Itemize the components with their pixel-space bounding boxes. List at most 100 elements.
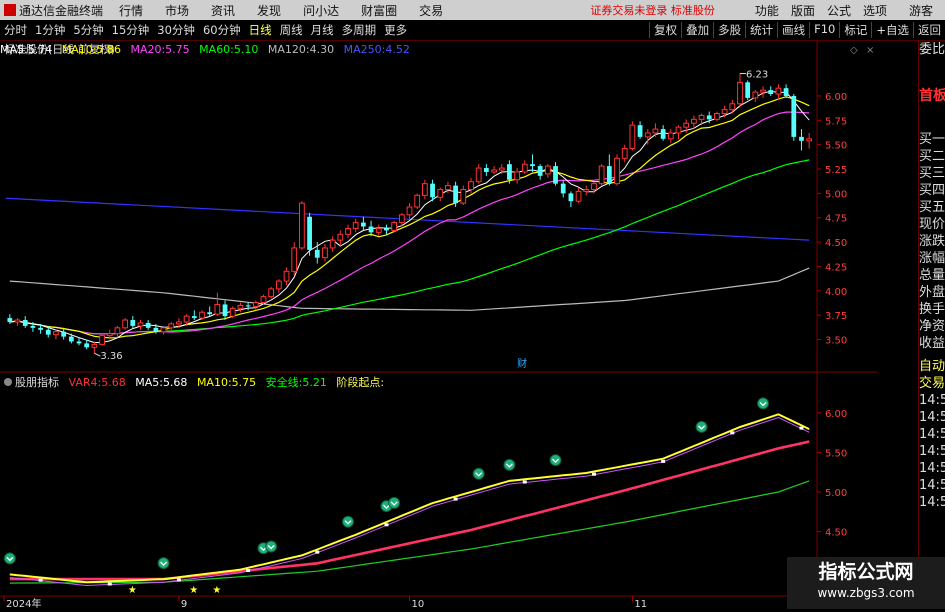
star-marker: ★ bbox=[212, 585, 221, 596]
candle-body-up bbox=[283, 270, 290, 282]
time-tick-label: 2024年 bbox=[6, 597, 41, 609]
toolbar-right: 复权 叠加 多股 统计 画线 F10 标记 +自选 返回 bbox=[649, 22, 945, 38]
candles[interactable] bbox=[7, 73, 813, 357]
candle-body-up bbox=[729, 103, 736, 111]
candle-body-up bbox=[667, 132, 674, 140]
candle-body-down bbox=[30, 325, 36, 328]
side-label: 委比 bbox=[919, 42, 945, 57]
toolbar-button[interactable]: 返回 bbox=[913, 22, 945, 38]
candle-body-up bbox=[752, 91, 759, 99]
period-tab[interactable]: 分时 bbox=[0, 22, 31, 38]
indicator-tick-label: 4.50 bbox=[825, 528, 847, 539]
chart-area[interactable]: ★ ★ ★ 6.00 5.75 5.50 5.25 5.00 4.75 4.50 4.25 4.00… bbox=[0, 41, 877, 610]
period-tab[interactable]: 多周期 bbox=[338, 22, 381, 38]
menu-item-right[interactable]: 功能 bbox=[749, 2, 785, 19]
menu-item-right[interactable]: 公式 bbox=[821, 2, 857, 19]
kline-chart-svg[interactable]: ★ ★ ★ 6.00 5.75 5.50 5.25 5.00 4.75 4.50 4.25 4.00… bbox=[0, 41, 877, 610]
candle-body-down bbox=[145, 322, 151, 328]
var4-dot bbox=[522, 480, 527, 484]
candle-body-up bbox=[398, 214, 405, 224]
period-tab[interactable]: 1分钟 bbox=[31, 22, 69, 38]
star-marker: ★ bbox=[189, 585, 198, 596]
time-tick-label: 9 bbox=[181, 599, 187, 609]
candle-body-up bbox=[114, 327, 121, 335]
side-label: 净资 bbox=[919, 319, 945, 334]
stage-start-marker bbox=[503, 458, 516, 471]
period-tab[interactable]: 更多 bbox=[380, 22, 411, 38]
menu-item[interactable]: 财富圈 bbox=[350, 2, 408, 19]
toolbar-button[interactable]: 多股 bbox=[713, 22, 745, 38]
var4-dot bbox=[730, 431, 735, 435]
var4-dot bbox=[107, 582, 112, 586]
var4-dot bbox=[799, 426, 804, 430]
var4-dot bbox=[453, 497, 458, 501]
price-tick-label: 5.00 bbox=[825, 189, 847, 200]
side-label: 总量 bbox=[919, 268, 945, 283]
ma250-line bbox=[5, 197, 810, 241]
period-tab[interactable]: 月线 bbox=[307, 22, 338, 38]
toolbar-button[interactable]: 叠加 bbox=[681, 22, 713, 38]
lma5-value: 5.68 bbox=[163, 376, 188, 389]
side-label[interactable]: 自动 bbox=[919, 358, 945, 375]
ma5-indicator-line bbox=[9, 416, 810, 587]
high-price-label: 6.23 bbox=[746, 70, 768, 81]
candle-body-up bbox=[721, 109, 728, 115]
diamond-icon[interactable]: ◇ bbox=[850, 45, 858, 56]
candle-body-up bbox=[160, 327, 167, 333]
menu-item-right[interactable]: 选项 bbox=[857, 2, 893, 19]
stage-start-marker bbox=[388, 496, 401, 509]
candle-body-down bbox=[130, 320, 136, 326]
moving-average-lines bbox=[5, 90, 810, 344]
toolbar-button[interactable]: 统计 bbox=[745, 22, 777, 38]
candle-body-down bbox=[368, 226, 374, 233]
candle-body-up bbox=[199, 311, 205, 319]
candle-body-down bbox=[207, 312, 213, 315]
toolbar-button[interactable]: F10 bbox=[809, 22, 839, 38]
period-tab[interactable]: 15分钟 bbox=[108, 22, 154, 38]
trade-time: 14:56 bbox=[919, 444, 945, 459]
side-label[interactable]: 交易 bbox=[919, 375, 945, 392]
candle-body-up bbox=[468, 181, 474, 190]
menu-item[interactable]: 问小达 bbox=[292, 2, 350, 19]
candle-body-up bbox=[237, 304, 244, 309]
toolbar-button[interactable]: +自选 bbox=[871, 22, 913, 38]
menu-item[interactable]: 发现 bbox=[246, 2, 292, 19]
finance-marker[interactable]: 财 bbox=[517, 357, 527, 370]
var4-dot bbox=[38, 578, 43, 582]
period-tab[interactable]: 5分钟 bbox=[69, 22, 107, 38]
candle-body-up bbox=[322, 247, 328, 259]
candle-body-up bbox=[252, 301, 259, 307]
period-tab[interactable]: 30分钟 bbox=[153, 22, 199, 38]
candle-body-down bbox=[799, 136, 804, 141]
candle-body-down bbox=[483, 168, 489, 172]
menu-item[interactable]: 资讯 bbox=[200, 2, 246, 19]
indicator-tick-label: 5.00 bbox=[825, 488, 847, 499]
candle-body-up bbox=[760, 89, 766, 93]
close-panel-icon[interactable]: × bbox=[866, 45, 874, 56]
guest-user[interactable]: 游客 bbox=[909, 2, 933, 19]
candle-body-up bbox=[445, 185, 451, 190]
menu-item[interactable]: 行情 bbox=[108, 2, 154, 19]
menu-item[interactable]: 市场 bbox=[154, 2, 200, 19]
period-tab[interactable]: 日线 bbox=[245, 22, 276, 38]
toolbar-button[interactable]: 复权 bbox=[649, 22, 681, 38]
toolbar-button[interactable]: 标记 bbox=[839, 22, 871, 38]
safe-line bbox=[9, 480, 810, 584]
candle-body-down bbox=[314, 249, 320, 258]
ma5-label: MA5: bbox=[0, 43, 28, 56]
var4-dot bbox=[246, 568, 251, 572]
lma10-label: MA10: bbox=[197, 376, 232, 389]
toolbar-button[interactable]: 画线 bbox=[777, 22, 809, 38]
candle-body-up bbox=[268, 288, 275, 298]
menu-item[interactable]: 交易 bbox=[408, 2, 454, 19]
candle-body-down bbox=[537, 166, 543, 176]
quote-side-panel: 委比 首板 买一 买二 买三 买四 买五 现价 涨跌 涨幅 总量 外盘 换手 净… bbox=[918, 41, 945, 609]
lower-options-icon[interactable] bbox=[4, 378, 12, 386]
period-tab[interactable]: 周线 bbox=[276, 22, 307, 38]
menu-item-right[interactable]: 版面 bbox=[785, 2, 821, 19]
login-notice[interactable]: 证券交易未登录 标准股份 bbox=[590, 2, 715, 18]
side-label: 买四 bbox=[919, 183, 945, 198]
candle-body-down bbox=[791, 95, 797, 137]
candle-body-up bbox=[421, 183, 428, 196]
period-tab[interactable]: 60分钟 bbox=[199, 22, 245, 38]
